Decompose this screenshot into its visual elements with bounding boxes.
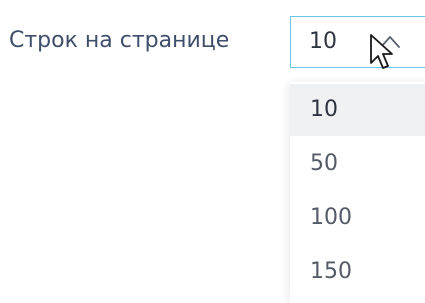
option-150[interactable]: 150 xyxy=(290,246,425,298)
rows-per-page-label: Строк на странице xyxy=(9,28,230,53)
select-current-value: 10 xyxy=(309,29,337,54)
option-10[interactable]: 10 xyxy=(290,84,425,136)
rows-per-page-control: Строк на странице 10 10 50 100 150 xyxy=(0,0,425,303)
chevron-up-icon[interactable] xyxy=(373,31,407,53)
rows-per-page-select[interactable]: 10 xyxy=(290,16,425,69)
option-50[interactable]: 50 xyxy=(290,138,425,190)
option-100[interactable]: 100 xyxy=(290,192,425,244)
rows-per-page-dropdown: 10 50 100 150 xyxy=(290,82,425,303)
